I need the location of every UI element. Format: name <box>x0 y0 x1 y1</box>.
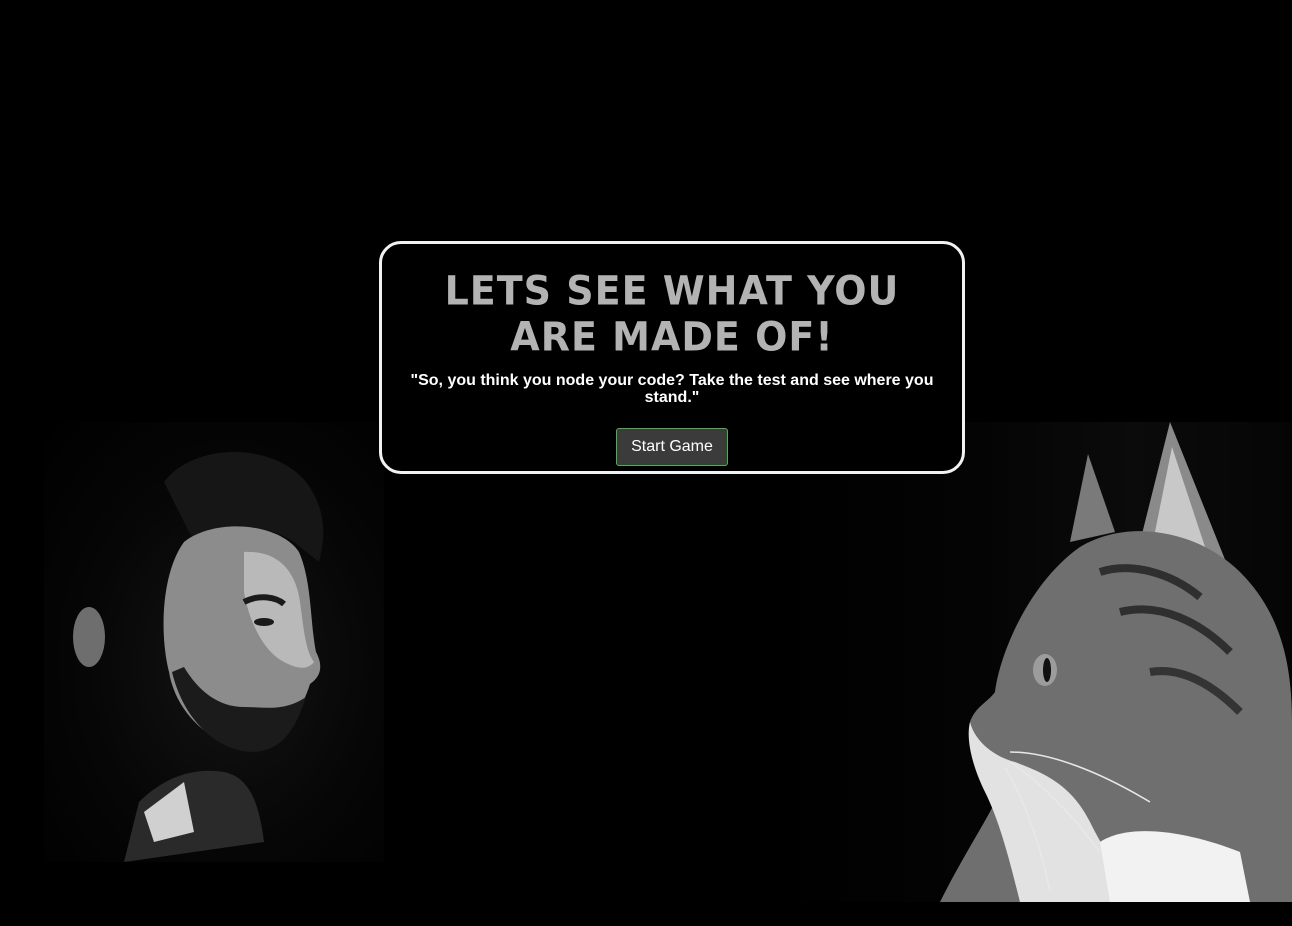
man-profile-photo <box>44 422 384 862</box>
start-game-button[interactable]: Start Game <box>616 428 728 466</box>
start-game-modal: Lets see what you are made of! "So, you … <box>379 241 965 474</box>
game-start-screen: Lets see what you are made of! "So, you … <box>0 0 1292 926</box>
modal-subtitle: "So, you think you node your code? Take … <box>410 372 934 406</box>
modal-title: Lets see what you are made of! <box>444 267 900 361</box>
cat-profile-photo <box>770 422 1292 902</box>
